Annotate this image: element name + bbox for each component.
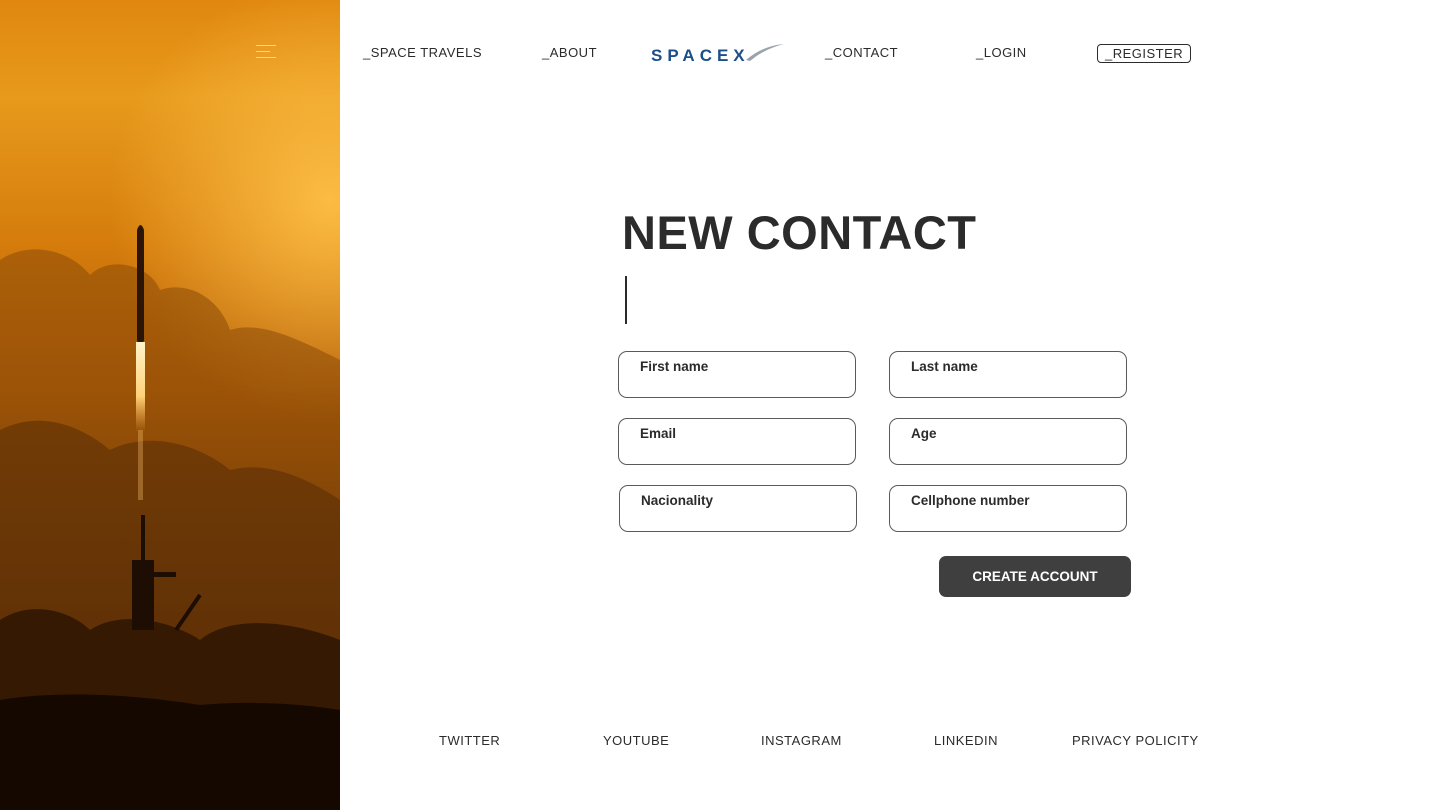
nav-login[interactable]: _LOGIN	[976, 45, 1027, 60]
last-name-field[interactable]: Last name	[889, 351, 1127, 398]
first-name-field[interactable]: First name	[618, 351, 856, 398]
nationality-field[interactable]: Nacionality	[619, 485, 857, 532]
email-input[interactable]	[639, 442, 845, 459]
age-field[interactable]: Age	[889, 418, 1127, 465]
nav-space-travels[interactable]: _SPACE TRAVELS	[363, 45, 482, 60]
hamburger-menu-icon[interactable]	[256, 45, 276, 61]
footer-youtube[interactable]: YOUTUBE	[603, 733, 669, 748]
nav-contact[interactable]: _CONTACT	[825, 45, 898, 60]
logo-swoosh-icon	[746, 44, 784, 61]
text-caret	[625, 276, 627, 324]
last-name-input[interactable]	[910, 375, 1116, 392]
nav-about[interactable]: _ABOUT	[542, 45, 597, 60]
first-name-input[interactable]	[639, 375, 845, 392]
spacex-logo[interactable]: SPACEX	[650, 42, 786, 66]
last-name-label: Last name	[911, 359, 978, 374]
footer-privacy-policy[interactable]: PRIVACY POLICITY	[1072, 733, 1199, 748]
rocket-launch-illustration	[0, 0, 340, 810]
page-title: NEW CONTACT	[622, 206, 977, 259]
age-label: Age	[911, 426, 937, 441]
nav-register-button[interactable]: _REGISTER	[1097, 44, 1192, 63]
footer-instagram[interactable]: INSTAGRAM	[761, 733, 842, 748]
first-name-label: First name	[640, 359, 709, 374]
footer-twitter[interactable]: TWITTER	[439, 733, 500, 748]
email-label: Email	[640, 426, 677, 441]
cellphone-label: Cellphone number	[911, 493, 1030, 508]
age-input[interactable]	[910, 442, 1116, 459]
email-field[interactable]: Email	[618, 418, 856, 465]
logo-text: SPACEX	[651, 46, 750, 65]
cellphone-input[interactable]	[910, 509, 1116, 526]
nationality-input[interactable]	[640, 509, 846, 526]
create-account-button[interactable]: CREATE ACCOUNT	[939, 556, 1131, 597]
hero-rocket-launch-image	[0, 0, 340, 810]
footer-linkedin[interactable]: LINKEDIN	[934, 733, 998, 748]
cellphone-field[interactable]: Cellphone number	[889, 485, 1127, 532]
nationality-label: Nacionality	[641, 493, 714, 508]
